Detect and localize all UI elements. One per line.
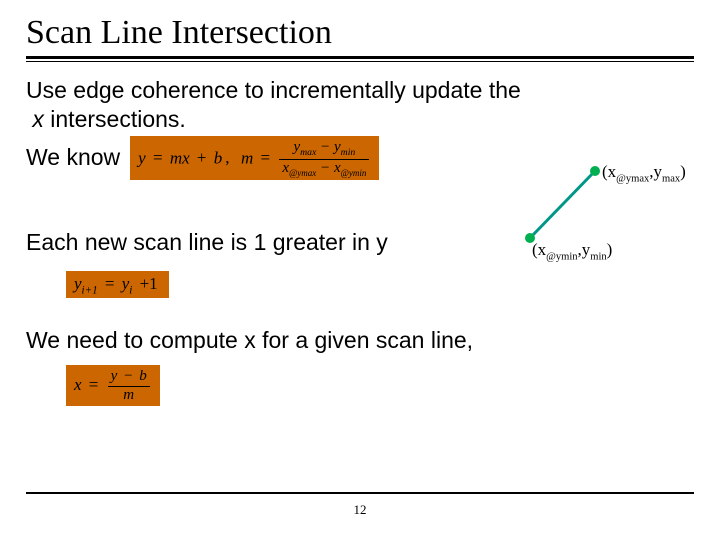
intro-line-1: Use edge coherence to incrementally upda…: [26, 76, 694, 105]
footer-rule: [26, 492, 694, 494]
we-know-label: We know: [26, 143, 120, 172]
slide: Scan Line Intersection Use edge coherenc…: [0, 0, 720, 540]
formula-y-increment-wrap: yi+1 = yi +1: [66, 267, 169, 298]
title-rule-light: [26, 61, 694, 62]
intro-rest: intersections.: [44, 106, 186, 132]
intro-italic-x: x: [32, 106, 44, 132]
intro-line-2: x intersections.: [26, 105, 694, 134]
title-rule-heavy: [26, 56, 694, 59]
formula-x: x = y − b m: [66, 365, 160, 406]
need-paragraph: We need to compute x for a given scan li…: [26, 326, 694, 355]
page-number: 12: [0, 502, 720, 518]
label-xymin: (x@ymin,ymin): [532, 240, 612, 262]
we-know-row: We know y = mx + b, m = ymax − ymin x@ym…: [26, 136, 694, 181]
page-title: Scan Line Intersection: [26, 14, 694, 52]
formula-y-increment: yi+1 = yi +1: [66, 271, 169, 298]
label-xymax: (x@ymax,ymax): [602, 162, 686, 184]
formula-x-wrap: x = y − b m: [66, 365, 160, 406]
formula-slope: y = mx + b, m = ymax − ymin x@ymax − x@y…: [130, 136, 379, 181]
